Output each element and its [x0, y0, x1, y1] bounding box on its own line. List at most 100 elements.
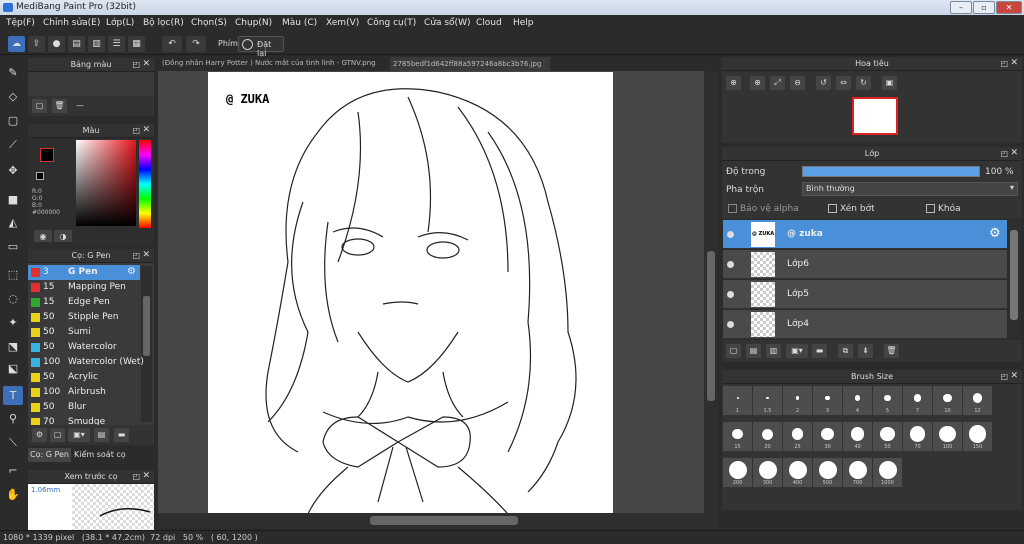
close-panel-icon[interactable]: ✕	[142, 124, 150, 137]
rect-tool-icon[interactable]: ▢	[3, 111, 23, 130]
tab-brush-control[interactable]: Kiểm soát cọ	[74, 448, 126, 462]
menu-tools[interactable]: Công cụ(T)	[367, 18, 416, 28]
layer-row[interactable]: Lớp6	[723, 250, 1007, 279]
list-icon[interactable]: ☰	[108, 36, 125, 52]
layer-visibility-icon[interactable]	[727, 321, 734, 328]
brush-size-preset[interactable]: 1000	[873, 458, 902, 487]
brush-item[interactable]: 50 Stipple Pen	[28, 310, 140, 325]
new-color-layer-icon[interactable]: ▤	[746, 344, 761, 358]
blend-select[interactable]: Bình thường ▾	[802, 182, 1018, 196]
duplicate-layer-icon[interactable]: ⧉	[838, 344, 853, 358]
drawing-canvas[interactable]: @ ZUKA	[208, 72, 613, 514]
select-pen-icon[interactable]: ⬔	[3, 337, 23, 356]
fit-icon[interactable]: ⤢	[770, 76, 785, 90]
menu-view[interactable]: Xem(V)	[326, 18, 359, 28]
layer-row[interactable]: @ ZUKA @ zuka ⚙	[723, 220, 1007, 249]
layer-row[interactable]: Lớp4	[723, 310, 1007, 339]
menu-cloud[interactable]: Cloud	[476, 18, 502, 28]
layer-visibility-icon[interactable]	[727, 231, 734, 238]
clip-checkbox[interactable]	[828, 204, 837, 213]
cloud-icon[interactable]: ☁	[8, 36, 25, 52]
brush-size-preset[interactable]: 300	[753, 458, 782, 487]
magic-wand-icon[interactable]: ✦	[3, 313, 23, 332]
brush-item[interactable]: 100 Airbrush	[28, 385, 140, 400]
canvas-vscroll[interactable]	[704, 71, 718, 513]
menu-snap[interactable]: Chụp(N)	[235, 18, 272, 28]
select-tool-icon[interactable]: ⬚	[3, 265, 23, 284]
brush-item[interactable]: 50 Blur	[28, 400, 140, 415]
folder-icon[interactable]: ▬	[812, 344, 827, 358]
divide-tool-icon[interactable]: ⟍	[3, 433, 23, 452]
bucket-tool-icon[interactable]: ◭	[3, 213, 23, 232]
brush-folder-icon[interactable]: ▬	[114, 428, 129, 442]
grid-icon[interactable]: ▦	[128, 36, 145, 52]
brush-size-preset[interactable]: 1	[723, 386, 752, 415]
brush-size-preset[interactable]: 10	[933, 386, 962, 415]
color-option-icon[interactable]: ◉	[34, 230, 52, 242]
brush-settings-gear-icon[interactable]: ⚙	[127, 266, 136, 277]
text-tool-icon[interactable]: T	[3, 386, 23, 405]
protect-alpha-checkbox[interactable]	[728, 204, 737, 213]
pin-icon[interactable]: ◰	[132, 249, 140, 262]
move-tool-icon[interactable]: ✥	[3, 161, 23, 180]
brush-size-preset[interactable]: 12	[963, 386, 992, 415]
pin-icon[interactable]: ◰	[132, 58, 140, 71]
menu-edit[interactable]: Chỉnh sửa(E)	[43, 18, 100, 28]
menu-color[interactable]: Màu (C)	[282, 18, 317, 28]
brush-size-preset[interactable]: 500	[813, 458, 842, 487]
brush-size-preset[interactable]: 70	[903, 422, 932, 451]
hscroll-thumb[interactable]	[370, 516, 518, 525]
layer-scroll-thumb[interactable]	[1010, 230, 1018, 320]
close-button[interactable]: ✕	[996, 1, 1022, 14]
zoom-in-2-icon[interactable]: ⊕	[750, 76, 765, 90]
zoom-out-icon[interactable]: ⊖	[790, 76, 805, 90]
layer-scrollbar[interactable]	[1007, 220, 1021, 338]
minimize-button[interactable]: –	[950, 1, 972, 14]
merge-layer-icon[interactable]: ⇟	[858, 344, 873, 358]
tab-document-2[interactable]: 2785bedf1d642ff88a597246a8bc3b76.jpg	[390, 57, 550, 71]
menu-window[interactable]: Cửa sổ(W)	[424, 18, 470, 28]
layer-row[interactable]: Lớp5	[723, 280, 1007, 309]
rotate-left-icon[interactable]: ↺	[816, 76, 831, 90]
brush-size-preset[interactable]: 200	[723, 458, 752, 487]
pin-icon[interactable]: ◰	[1000, 57, 1008, 70]
pin-icon[interactable]: ◰	[132, 124, 140, 137]
brush-size-preset[interactable]: 4	[843, 386, 872, 415]
tab-brush[interactable]: Cọ: G Pen	[28, 448, 71, 462]
brush-settings-icon[interactable]: ⚙	[32, 428, 47, 442]
brush-item[interactable]: 100 Watercolor (Wet)	[28, 355, 144, 370]
pin-icon[interactable]: ◰	[1000, 370, 1008, 383]
menu-layer[interactable]: Lớp(L)	[106, 18, 134, 28]
brush-size-preset[interactable]: 20	[753, 422, 782, 451]
color-swap-icon[interactable]: ◑	[54, 230, 72, 242]
navigator-thumbnail[interactable]	[852, 97, 898, 135]
layer-visibility-icon[interactable]	[727, 261, 734, 268]
reset-button[interactable]: Đặt lại	[238, 36, 284, 58]
color-field[interactable]	[76, 140, 136, 226]
new-palette-icon[interactable]: ▢	[32, 99, 47, 113]
new-layer-icon[interactable]: ▢	[726, 344, 741, 358]
menu-filter[interactable]: Bộ lọc(R)	[143, 18, 184, 28]
vscroll-thumb[interactable]	[707, 251, 715, 401]
lock-checkbox[interactable]	[926, 204, 935, 213]
menu-help[interactable]: Help	[513, 18, 534, 28]
layer-settings-gear-icon[interactable]: ⚙	[989, 226, 1001, 241]
delete-layer-icon[interactable]: 🗑	[884, 344, 899, 358]
transparent-swatch[interactable]	[36, 172, 44, 180]
flip-icon[interactable]: ⇔	[836, 76, 851, 90]
brush-size-preset[interactable]: 15	[723, 422, 752, 451]
brush-size-preset[interactable]: 30	[813, 422, 842, 451]
brush-size-preset[interactable]: 40	[843, 422, 872, 451]
add-brush-menu-icon[interactable]: ▣▾	[68, 428, 90, 442]
close-panel-icon[interactable]: ✕	[1010, 370, 1018, 383]
fill-rect-tool-icon[interactable]: ■	[3, 190, 23, 209]
brush-size-preset[interactable]: 7	[903, 386, 932, 415]
undo-icon[interactable]: ↶	[162, 36, 182, 52]
redo-icon[interactable]: ↷	[186, 36, 206, 52]
select-eraser-icon[interactable]: ⬕	[3, 359, 23, 378]
brush-item[interactable]: 15 Mapping Pen	[28, 280, 140, 295]
pin-icon[interactable]: ◰	[132, 470, 140, 483]
brush-size-preset[interactable]: 3	[813, 386, 842, 415]
brush-item[interactable]: 50 Sumi	[28, 325, 140, 340]
chat-icon[interactable]: ▤	[68, 36, 85, 52]
